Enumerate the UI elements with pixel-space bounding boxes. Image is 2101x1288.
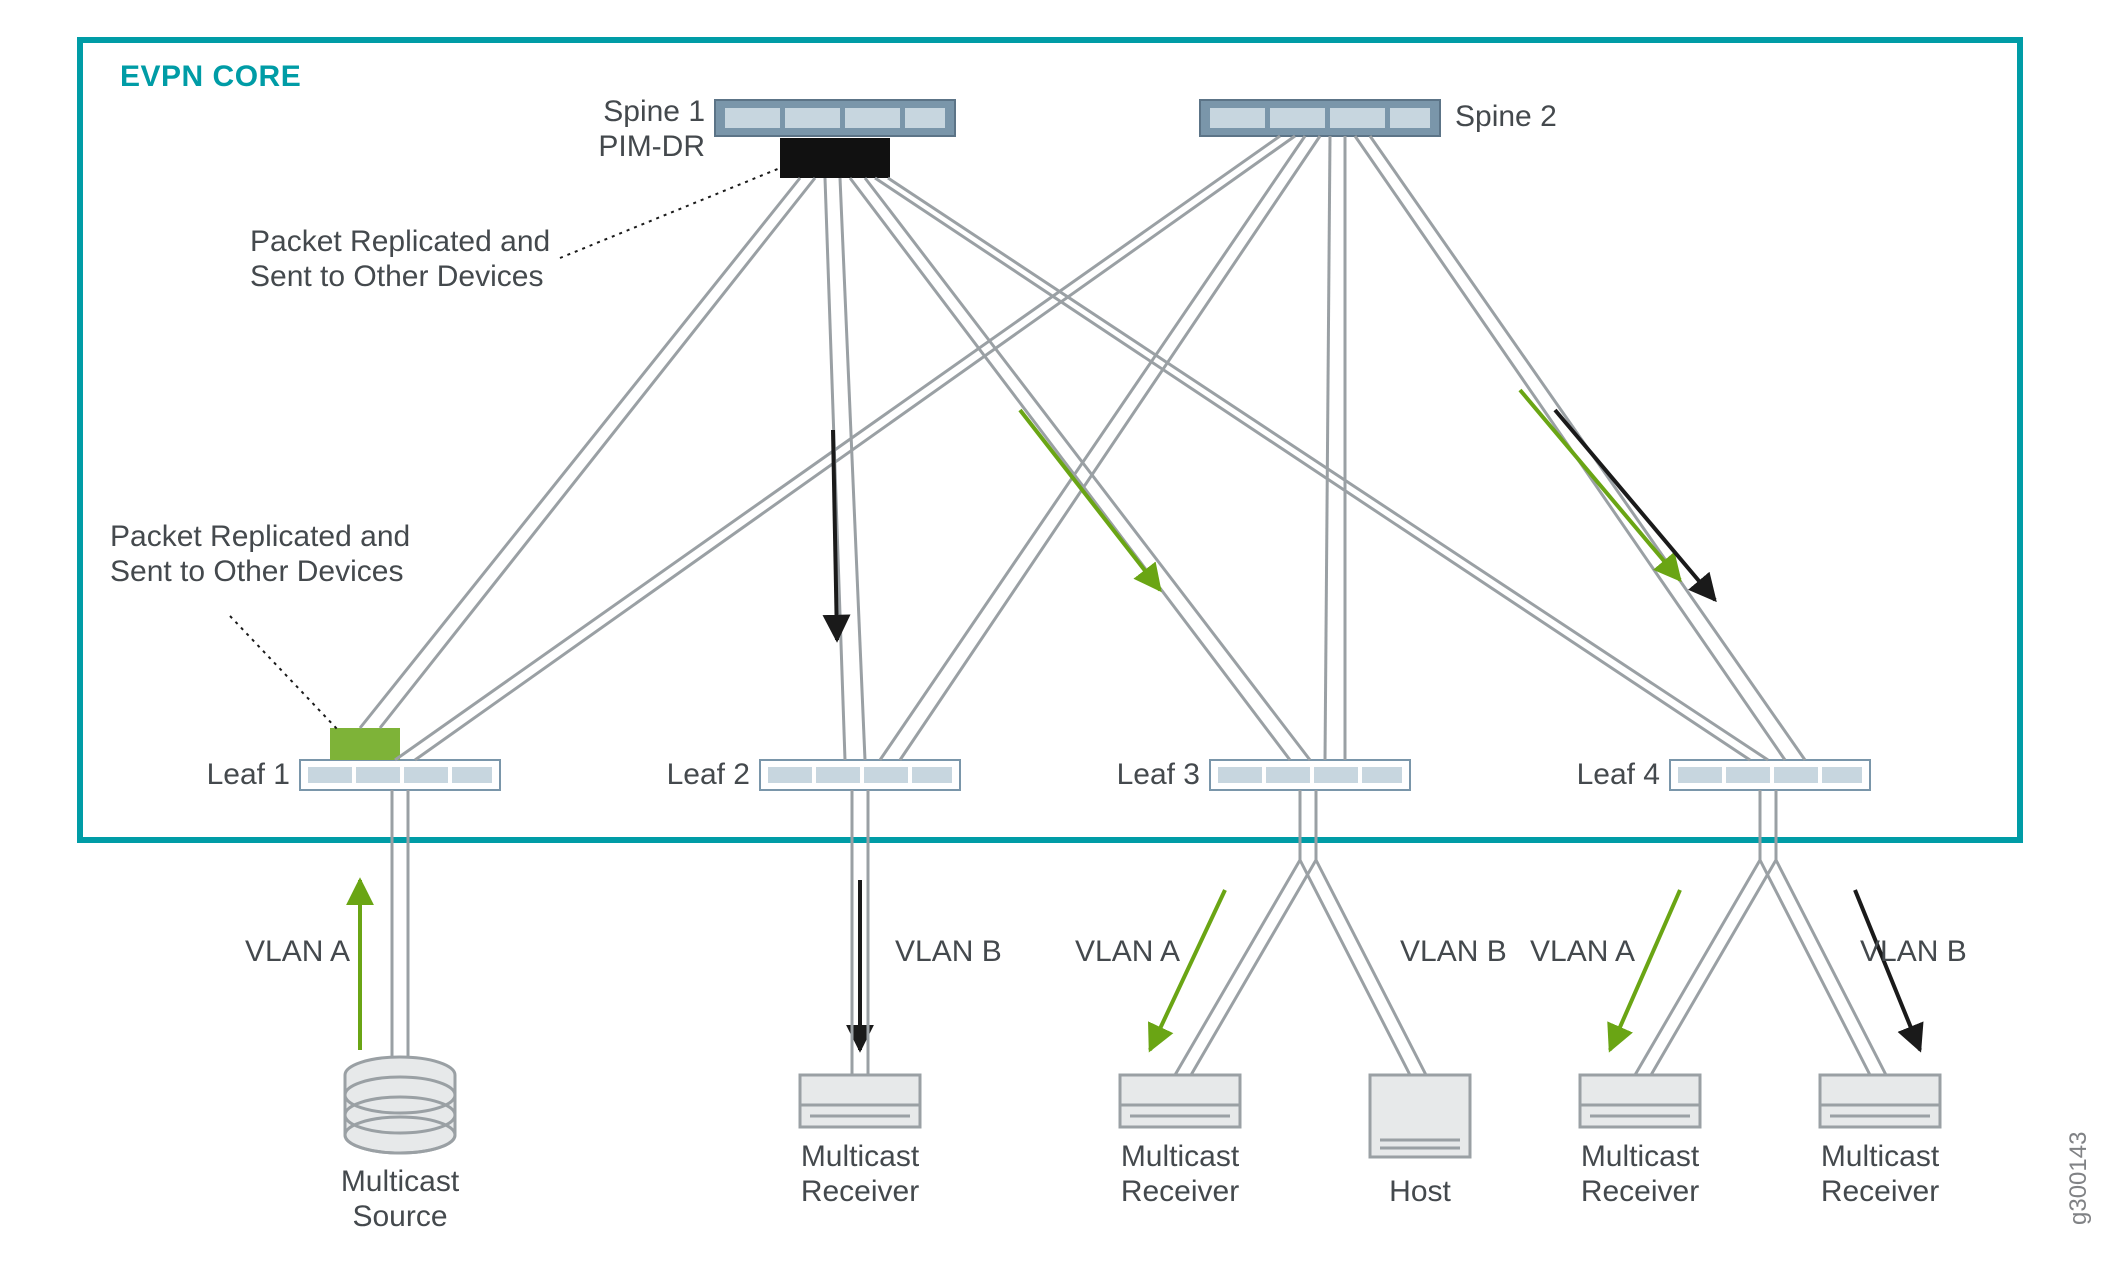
replication-annot-1: Packet Replicated and Sent to Other Devi… (250, 225, 550, 294)
vlan-leaf1: VLAN A (245, 935, 350, 970)
vlan-leaf4a: VLAN A (1530, 935, 1635, 970)
multicast-source-icon (345, 1057, 455, 1153)
recv3-label: Multicast Receiver (1080, 1140, 1280, 1209)
spine1-switch-icon (715, 100, 955, 178)
recv2-label: Multicast Receiver (760, 1140, 960, 1209)
spine2-switch-icon (1200, 100, 1440, 136)
host-leaf3b-icon (1370, 1075, 1470, 1157)
receiver-leaf4a-icon (1580, 1075, 1700, 1127)
receiver-leaf3a-icon (1120, 1075, 1240, 1127)
image-id: g300143 (2065, 1132, 2093, 1225)
vlan-leaf3a: VLAN A (1075, 935, 1180, 970)
leaf1-label: Leaf 1 (170, 758, 290, 793)
leaf4-switch-icon (1670, 760, 1870, 790)
evpn-core-box (80, 40, 2020, 840)
leaf3-label: Leaf 3 (1080, 758, 1200, 793)
diagram-canvas: { "title": "EVPN CORE", "spines": [ { "l… (0, 0, 2101, 1288)
spine2-label: Spine 2 (1455, 100, 1557, 135)
vlan-leaf4b: VLAN B (1860, 935, 1967, 970)
host-label: Host (1330, 1175, 1510, 1210)
replication-annot-2: Packet Replicated and Sent to Other Devi… (110, 520, 410, 589)
leaf1-switch-icon (300, 728, 500, 790)
vlan-leaf2: VLAN B (895, 935, 1002, 970)
leaf2-label: Leaf 2 (630, 758, 750, 793)
recv4b-label: Multicast Receiver (1780, 1140, 1980, 1209)
spine1-label: Spine 1 (540, 95, 705, 130)
receiver-leaf4b-icon (1820, 1075, 1940, 1127)
leaf3-switch-icon (1210, 760, 1410, 790)
receiver-leaf2-icon (800, 1075, 920, 1127)
leaf2-switch-icon (760, 760, 960, 790)
spine1-sub: PIM-DR (540, 130, 705, 165)
vlan-leaf3b: VLAN B (1400, 935, 1507, 970)
recv4a-label: Multicast Receiver (1540, 1140, 1740, 1209)
source-label: Multicast Source (300, 1165, 500, 1234)
leaf4-label: Leaf 4 (1540, 758, 1660, 793)
evpn-core-title: EVPN CORE (120, 60, 301, 95)
topology-svg (0, 0, 2101, 1288)
